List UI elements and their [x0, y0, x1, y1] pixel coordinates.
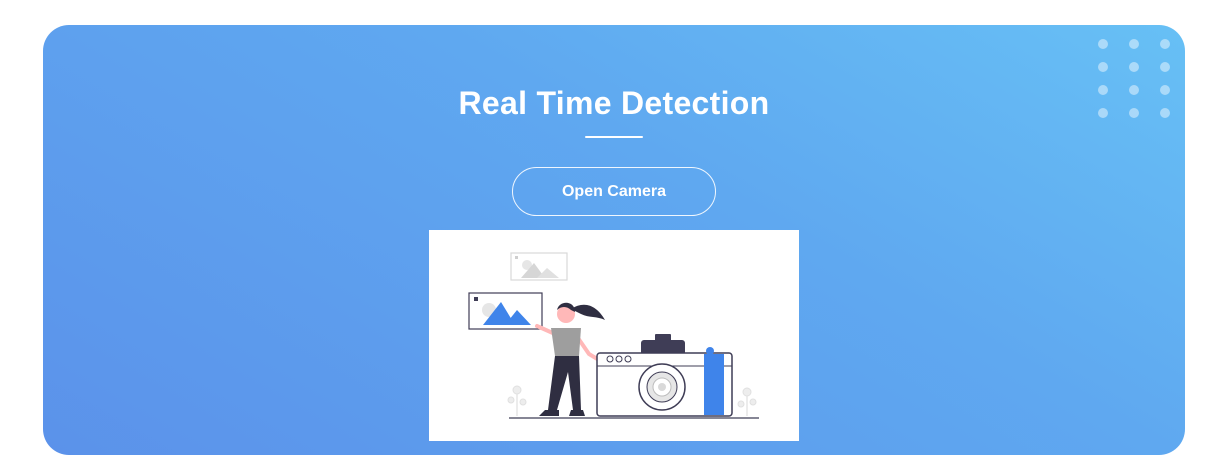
- open-camera-button[interactable]: Open Camera: [512, 167, 716, 216]
- hero-banner: Real Time Detection Open Camera: [43, 25, 1185, 455]
- woman-with-camera-illustration-icon: [468, 252, 759, 419]
- faded-image-frame-icon: [510, 252, 568, 281]
- page-title: Real Time Detection: [458, 85, 770, 121]
- camera-icon: [596, 334, 733, 417]
- woman-figure-icon: [535, 302, 605, 416]
- camera-illustration: [429, 230, 799, 441]
- title-divider: [585, 136, 643, 138]
- plant-left-icon: [507, 385, 527, 416]
- held-image-frame-icon: [468, 292, 543, 330]
- plant-right-icon: [737, 387, 757, 416]
